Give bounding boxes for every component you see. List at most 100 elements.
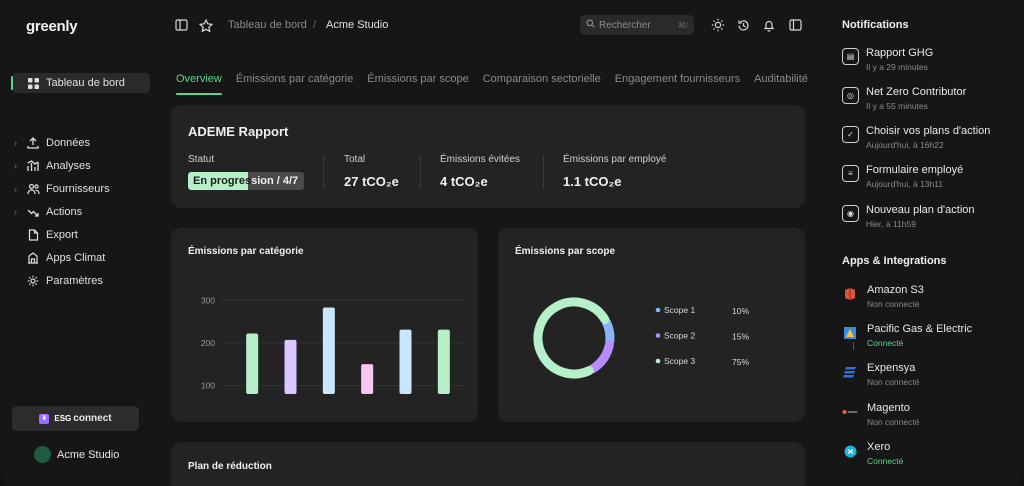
legend-label: Scope 1 [664, 305, 695, 315]
sidebar-item-label: Analyses [46, 159, 91, 172]
sidebar-item-donnees[interactable]: › Données [12, 132, 150, 153]
tab-emissions-categorie[interactable]: Émissions par catégorie [236, 73, 353, 93]
kpi-value: 4 tCO₂e [440, 174, 488, 189]
status-text-a: En progres [193, 175, 252, 187]
sidebar-item-fournisseurs[interactable]: › Fournisseurs [12, 178, 150, 199]
kpi-label: Émissions par employé [563, 154, 667, 165]
amazon-s3-icon [842, 286, 858, 302]
kpi-value: 1.1 tCO₂e [563, 174, 622, 189]
document-icon [26, 228, 40, 242]
greenly-logo: greenly [26, 18, 78, 35]
bar[interactable] [437, 329, 450, 394]
bar[interactable] [284, 339, 297, 394]
bar[interactable] [399, 329, 412, 394]
status-text: En progression / 4/7 [193, 175, 298, 187]
notification-title: Net Zero Contributor [866, 86, 967, 98]
analytics-icon [26, 159, 40, 173]
right-panel: Notifications ▤ Rapport GHG Il y a 29 min… [826, 0, 1024, 486]
donut-slice[interactable] [602, 318, 615, 346]
tab-engagement-fournisseurs[interactable]: Engagement fournisseurs [615, 73, 740, 93]
panel-toggle-icon[interactable] [788, 18, 802, 32]
legend-dot [655, 333, 661, 338]
legend-value: 75% [732, 357, 749, 367]
search-input[interactable]: Rechercher ⌘/ [580, 15, 694, 35]
sidebar-item-apps-climat[interactable]: Apps Climat [12, 247, 150, 268]
integration-status: Connecté [867, 338, 904, 348]
divider [853, 342, 854, 350]
chevron-right-icon: › [14, 183, 17, 194]
expensya-icon [842, 364, 858, 380]
notifications-title: Notifications [842, 19, 909, 31]
building-icon [26, 251, 40, 265]
star-icon[interactable] [199, 18, 213, 32]
tab-comparaison-sectorielle[interactable]: Comparaison sectorielle [483, 73, 601, 93]
tab-overview[interactable]: Overview [176, 73, 222, 95]
history-icon[interactable] [736, 18, 750, 32]
bar[interactable] [246, 333, 259, 394]
sidebar: greenly Tableau de bord › Données › Anal… [0, 0, 158, 486]
kpi-avoided: Émissions évitées 4 tCO₂e [440, 154, 520, 189]
notification-title: Choisir vos plans d'action [866, 125, 991, 137]
sidebar-item-actions[interactable]: › Actions [12, 201, 150, 222]
integration-name: Xero [867, 441, 891, 453]
legend-dot [655, 358, 661, 364]
notification-item[interactable]: ◎ Net Zero Contributor Il y a 55 minutes [842, 86, 966, 111]
integration-status: Non connecté [867, 377, 920, 387]
report-icon: ▤ [842, 48, 859, 65]
integration-status: Non connecté [867, 299, 920, 309]
notification-title: Rapport GHG [866, 47, 934, 59]
integration-item[interactable]: Expensya Non connecté [842, 362, 919, 387]
sidebar-item-export[interactable]: Export [12, 224, 150, 245]
integration-item[interactable]: Amazon S3 Non connecté [842, 284, 924, 309]
plan-card: Plan de réduction [171, 442, 805, 486]
sidebar-item-parametres[interactable]: Paramètres [12, 270, 150, 291]
broadcast-icon: ◉ [842, 205, 859, 222]
sidebar-item-label: Fournisseurs [46, 182, 110, 195]
avatar [34, 446, 51, 463]
notification-item[interactable]: ≡ Formulaire employé Aujourd'hui, à 13h11 [842, 164, 963, 189]
upload-icon [26, 136, 40, 150]
kpi-status: Statut En progression / 4/7 [188, 154, 304, 190]
sidebar-item-analyses[interactable]: › Analyses [12, 155, 150, 176]
notification-item[interactable]: ✓ Choisir vos plans d'action Aujourd'hui,… [842, 125, 990, 150]
notification-time: Aujourd'hui, à 16h22 [866, 140, 944, 150]
legend-label: Scope 3 [664, 356, 695, 366]
breadcrumb-separator: / [313, 19, 317, 31]
donut-slice[interactable] [588, 340, 614, 374]
legend-label: Scope 2 [664, 331, 695, 341]
integration-item[interactable]: Pacific Gas & Electric Connecté [842, 323, 972, 348]
users-icon [26, 182, 40, 196]
notification-time: Il y a 55 minutes [866, 101, 928, 111]
sun-icon[interactable] [711, 18, 725, 32]
sidebar-item-label: Export [46, 228, 78, 241]
tab-auditabilite[interactable]: Auditabilité [754, 73, 808, 93]
search-shortcut: ⌘/ [677, 20, 688, 30]
sidebar-item-dashboard[interactable]: Tableau de bord [11, 73, 150, 93]
notification-item[interactable]: ◉ Nouveau plan d'action Hier, à 11h59 [842, 204, 975, 229]
bar[interactable] [322, 307, 335, 394]
esg-connect-button[interactable]: ¥ ESG connect [12, 406, 139, 431]
integration-item[interactable]: Magento Non connecté [842, 402, 919, 427]
kpi-label: Statut [188, 154, 215, 165]
esg-badge-icon: ¥ [39, 413, 50, 424]
sidebar-item-label: Apps Climat [46, 251, 106, 264]
y-tick-label: 300 [201, 295, 215, 305]
integration-status: Connecté [867, 456, 904, 466]
bar[interactable] [361, 364, 374, 394]
plan-icon: ✓ [842, 126, 859, 143]
tab-emissions-scope[interactable]: Émissions par scope [367, 73, 469, 93]
topbar: Tableau de bord / Acme Studio Rechercher… [158, 0, 818, 50]
search-icon [586, 19, 595, 31]
kpi-total: Total 27 tCO₂e [344, 154, 399, 189]
bell-icon[interactable] [762, 18, 776, 32]
breadcrumb-current: Acme Studio [326, 19, 389, 31]
globe-icon: ◎ [842, 87, 859, 104]
integration-item[interactable]: Xero Connecté [842, 441, 903, 466]
user-name: Acme Studio [57, 448, 120, 461]
sidebar-toggle-icon[interactable] [174, 18, 188, 32]
kpi-label: Émissions évitées [440, 154, 521, 165]
notification-item[interactable]: ▤ Rapport GHG Il y a 29 minutes [842, 47, 933, 72]
breadcrumb-dashboard[interactable]: Tableau de bord [228, 19, 307, 31]
esg-brand-big: connect [73, 413, 112, 424]
user-menu[interactable]: Acme Studio [34, 446, 119, 463]
